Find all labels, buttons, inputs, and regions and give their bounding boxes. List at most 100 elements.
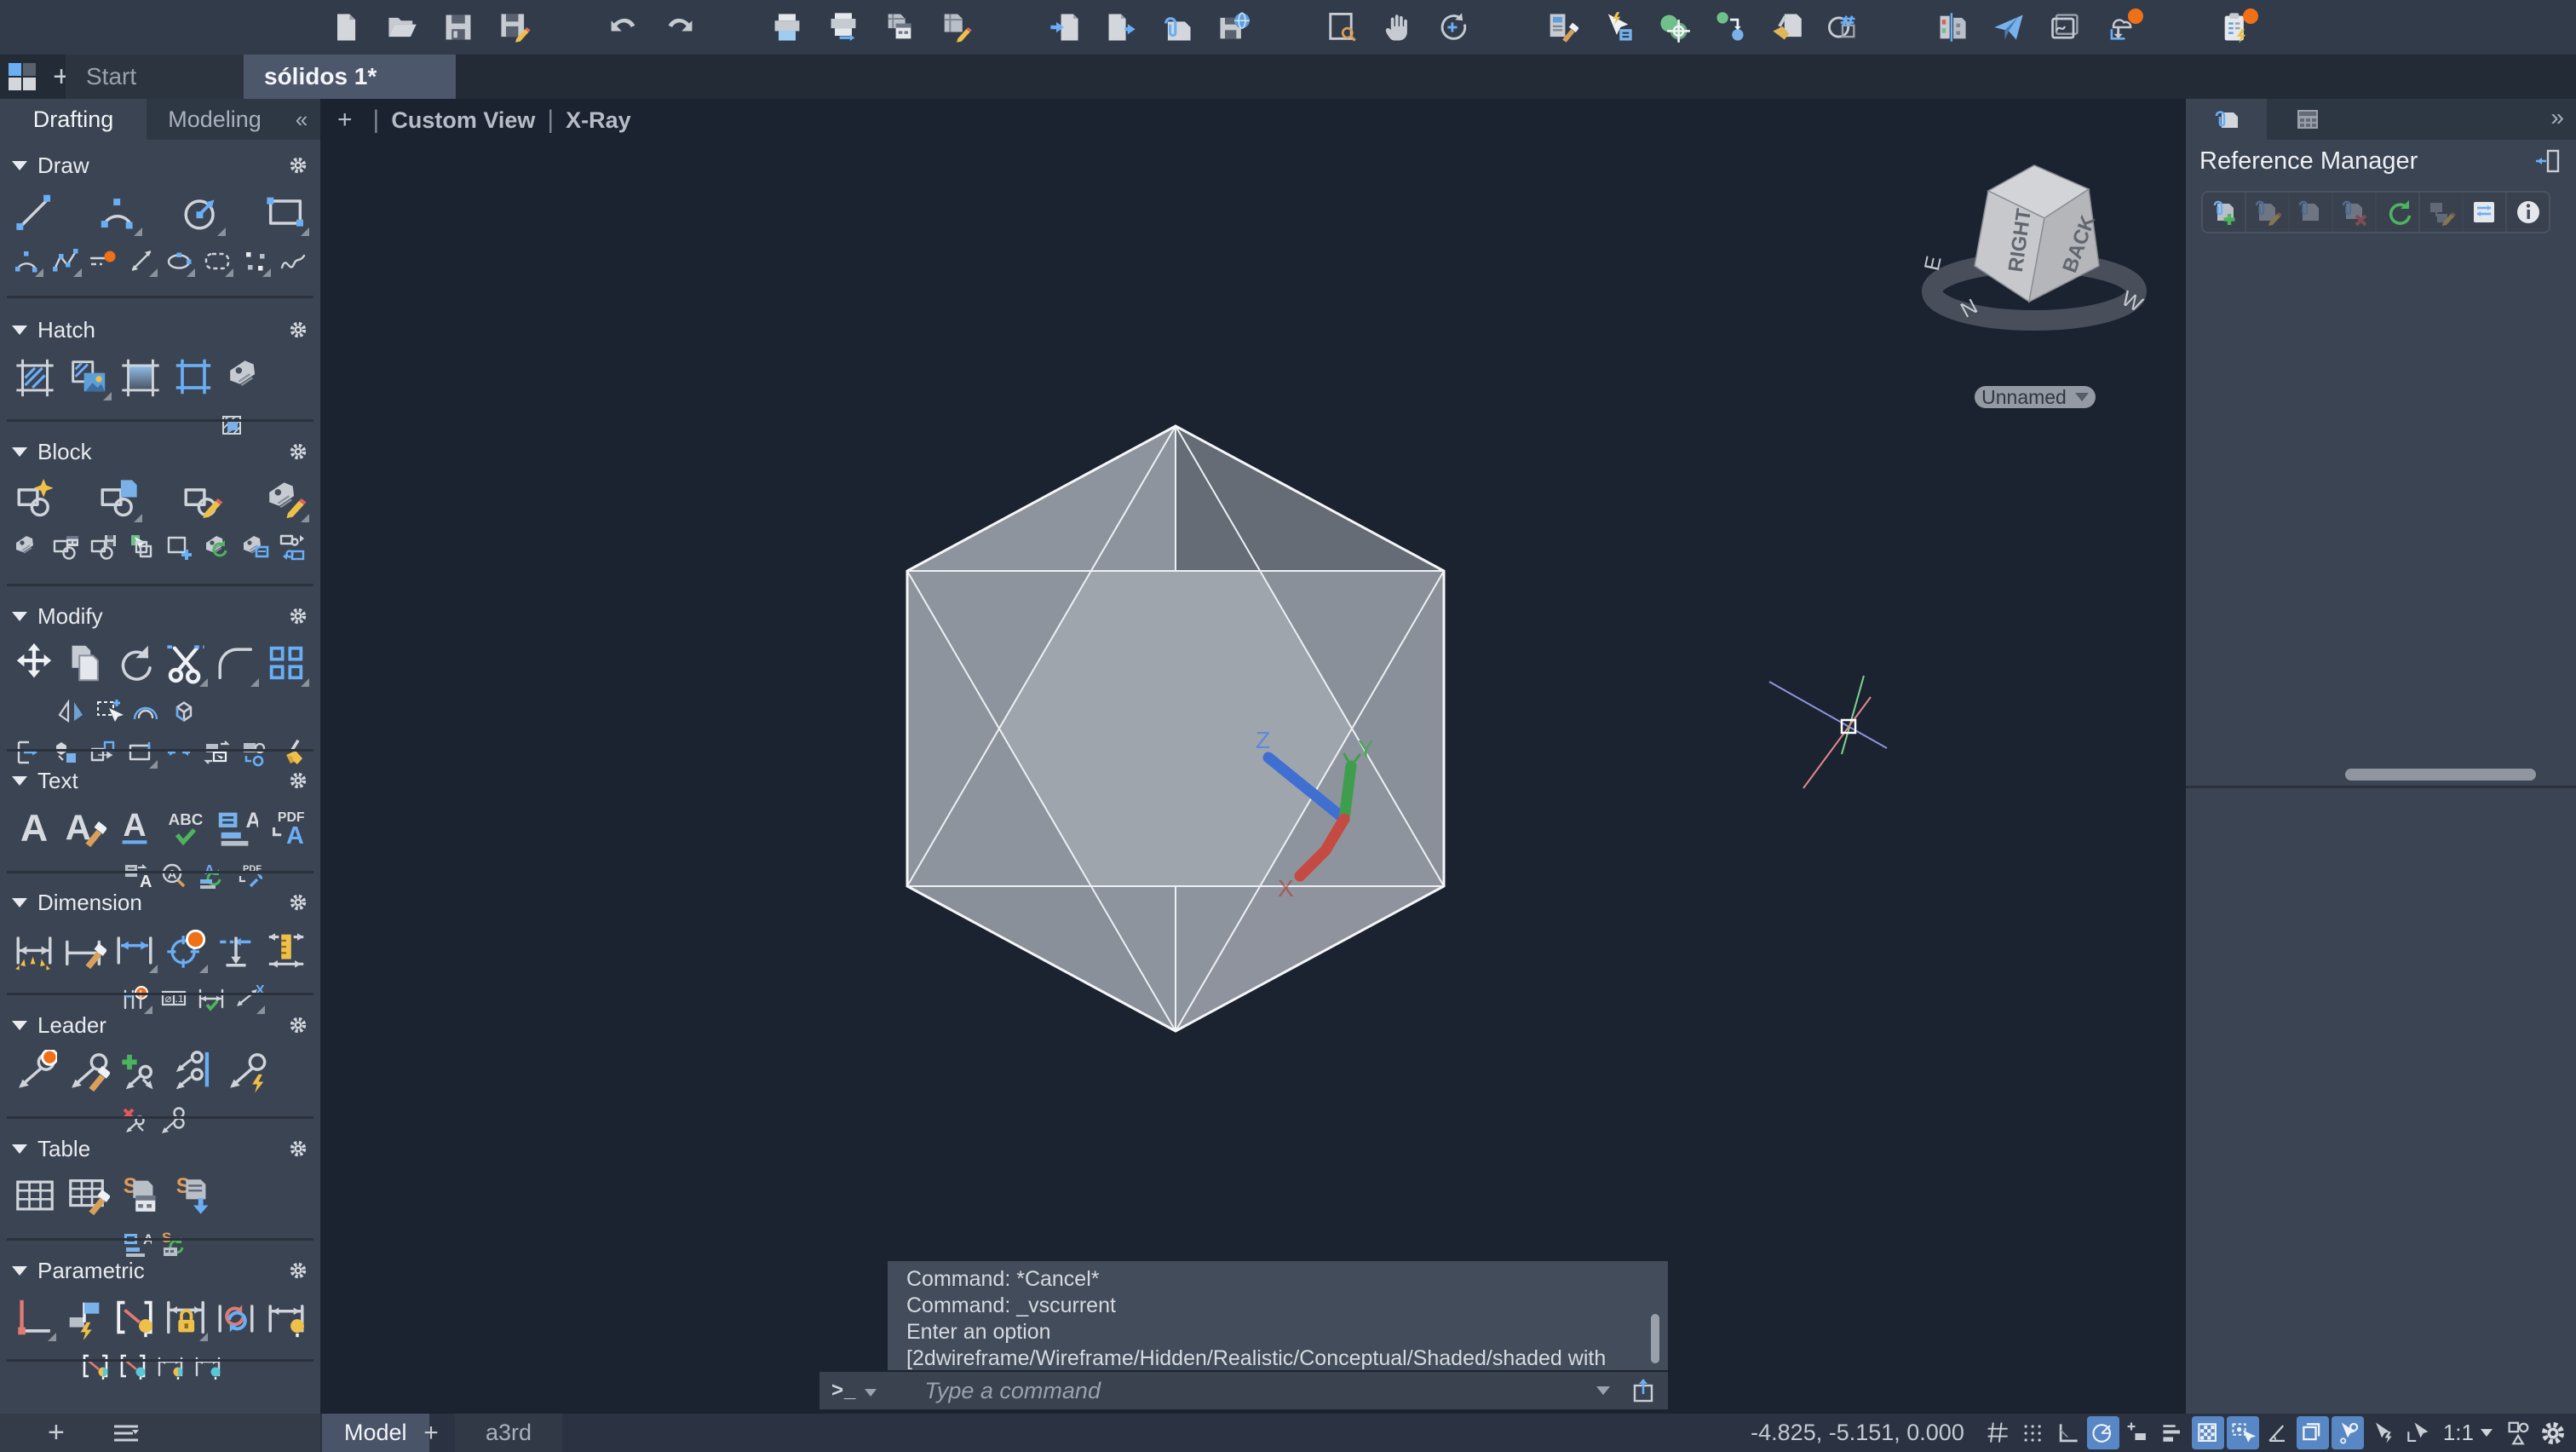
tool-region[interactable] bbox=[221, 352, 271, 401]
entity-snap-toggle[interactable] bbox=[2122, 1416, 2154, 1449]
view-layouts-icon[interactable] bbox=[2048, 10, 2082, 44]
tool-attribute-sync[interactable] bbox=[200, 530, 234, 564]
save-as-icon[interactable] bbox=[497, 10, 532, 44]
tool-align[interactable] bbox=[200, 735, 234, 769]
quick-select-icon[interactable] bbox=[1601, 10, 1635, 44]
command-input[interactable]: Type a command bbox=[924, 1378, 1596, 1404]
tool-edit-text[interactable]: A bbox=[60, 803, 107, 852]
tool-edit-leader[interactable] bbox=[63, 1047, 112, 1097]
polar-tracking-toggle[interactable] bbox=[2087, 1416, 2119, 1449]
page-setup-icon[interactable] bbox=[883, 10, 917, 44]
tool-point[interactable] bbox=[238, 244, 272, 278]
tool-convert-blocks[interactable] bbox=[276, 530, 310, 564]
section-collapse-icon[interactable] bbox=[12, 447, 27, 457]
plot-edit-icon[interactable] bbox=[939, 10, 973, 44]
section-gear-icon[interactable] bbox=[288, 1260, 308, 1281]
section-gear-icon[interactable] bbox=[288, 892, 308, 913]
tool-gradient[interactable] bbox=[116, 352, 165, 401]
tool-fillet[interactable] bbox=[212, 638, 259, 688]
tool-parametric-axes[interactable] bbox=[10, 1293, 57, 1342]
tool-join[interactable] bbox=[162, 735, 196, 769]
tool-dim-ordinate[interactable] bbox=[263, 925, 310, 974]
tool-copy-entities[interactable] bbox=[124, 530, 158, 564]
tool-move[interactable] bbox=[10, 638, 57, 688]
window-layout-icon[interactable] bbox=[7, 61, 37, 92]
save-to-web-icon[interactable] bbox=[1216, 10, 1251, 44]
grid-display-toggle[interactable] bbox=[1982, 1416, 2015, 1449]
tool-mirror[interactable] bbox=[55, 694, 89, 729]
prompt-dropdown-icon[interactable] bbox=[865, 1389, 877, 1397]
tab-sheet-manager[interactable] bbox=[2267, 99, 2348, 140]
section-gear-icon[interactable] bbox=[288, 441, 308, 462]
fill-display-toggle[interactable] bbox=[2192, 1416, 2224, 1449]
tool-array[interactable] bbox=[263, 638, 310, 688]
share-icon[interactable] bbox=[1992, 10, 2026, 44]
print-icon[interactable] bbox=[770, 10, 804, 44]
layout-tab-a3rd[interactable]: a3rd bbox=[455, 1414, 562, 1452]
new-layout-button[interactable]: + bbox=[414, 1414, 448, 1452]
section-gear-icon[interactable] bbox=[288, 1015, 308, 1035]
tool-convert-to-solid[interactable] bbox=[167, 694, 201, 729]
angle-snap-toggle[interactable] bbox=[2262, 1416, 2294, 1449]
tool-dimension[interactable] bbox=[10, 925, 57, 974]
new-file-icon[interactable] bbox=[329, 10, 363, 44]
orbit-icon[interactable] bbox=[1436, 10, 1470, 44]
section-gear-icon[interactable] bbox=[288, 1138, 308, 1159]
section-gear-icon[interactable] bbox=[288, 606, 308, 626]
tool-export-table[interactable]: S bbox=[169, 1171, 218, 1220]
section-collapse-icon[interactable] bbox=[12, 1266, 27, 1276]
drawing-viewport[interactable]: + | Custom View | X-Ray bbox=[320, 99, 2186, 1414]
tool-multiline[interactable] bbox=[86, 244, 120, 278]
tool-stretch[interactable] bbox=[10, 735, 44, 769]
quad-toggle[interactable] bbox=[2401, 1416, 2434, 1449]
section-collapse-icon[interactable] bbox=[12, 1144, 27, 1154]
panel-menu-button[interactable] bbox=[111, 1420, 141, 1446]
tool-write-block[interactable] bbox=[86, 530, 120, 564]
dynamic-ucs-toggle[interactable] bbox=[2297, 1416, 2329, 1449]
tool-text-style[interactable]: A bbox=[112, 803, 158, 852]
tool-move-3d[interactable] bbox=[49, 735, 83, 769]
panel-scrollbar[interactable] bbox=[2345, 769, 2536, 781]
snap-tracking-toggle[interactable] bbox=[2332, 1416, 2364, 1449]
named-view-dropdown[interactable]: Unnamed bbox=[1975, 386, 2096, 408]
tool-revision-cloud[interactable] bbox=[200, 244, 234, 278]
section-gear-icon[interactable] bbox=[288, 320, 308, 340]
tool-add-selected[interactable] bbox=[162, 530, 196, 564]
tool-dimensional-lock[interactable] bbox=[162, 1293, 209, 1342]
tool-add-leader[interactable] bbox=[116, 1047, 165, 1097]
viewcube[interactable]: N E S W RIGHT BACK bbox=[1920, 165, 2147, 323]
tool-offset[interactable] bbox=[129, 694, 164, 729]
tool-edit-attributes[interactable] bbox=[261, 474, 310, 523]
attach-reference-button[interactable] bbox=[2203, 193, 2246, 232]
tool-edit-dimension[interactable] bbox=[60, 925, 107, 974]
edit-block-reference-button[interactable] bbox=[2420, 193, 2464, 232]
tool-copy[interactable] bbox=[60, 638, 107, 688]
tool-collect-leaders[interactable] bbox=[157, 1103, 191, 1138]
preview-icon[interactable] bbox=[1324, 10, 1358, 44]
save-icon[interactable] bbox=[441, 10, 475, 44]
tool-polyline[interactable] bbox=[49, 244, 83, 278]
open-reference-button[interactable] bbox=[2290, 193, 2333, 232]
tool-quick-leader[interactable] bbox=[221, 1047, 271, 1097]
tool-edit-block[interactable] bbox=[177, 474, 227, 523]
tool-show-dim-constraints[interactable] bbox=[153, 1349, 187, 1383]
tool-dim-center[interactable] bbox=[162, 925, 209, 974]
tool-block-dialog[interactable] bbox=[49, 530, 83, 564]
compare-drawings-icon[interactable] bbox=[1935, 10, 1969, 44]
tool-hatch[interactable] bbox=[10, 352, 60, 401]
undo-icon[interactable] bbox=[607, 10, 641, 44]
tool-rectangle[interactable] bbox=[261, 187, 310, 237]
tool-constraint-update[interactable] bbox=[212, 1293, 259, 1342]
tool-remove-leader[interactable] bbox=[119, 1103, 153, 1138]
tool-edit-table[interactable] bbox=[63, 1171, 112, 1220]
tab-reference-manager[interactable] bbox=[2186, 99, 2267, 140]
tab-drafting[interactable]: Drafting bbox=[0, 99, 147, 140]
tool-hatch-from-image[interactable] bbox=[63, 352, 112, 401]
detach-reference-button[interactable] bbox=[2333, 193, 2377, 232]
model-layout-tab[interactable]: Model bbox=[322, 1414, 429, 1452]
selection-preview-toggle[interactable] bbox=[2227, 1416, 2259, 1449]
tool-spline[interactable] bbox=[276, 244, 310, 278]
tool-rotate[interactable] bbox=[112, 638, 158, 688]
share-command-icon[interactable] bbox=[1630, 1377, 1656, 1404]
tool-line[interactable] bbox=[10, 187, 60, 237]
